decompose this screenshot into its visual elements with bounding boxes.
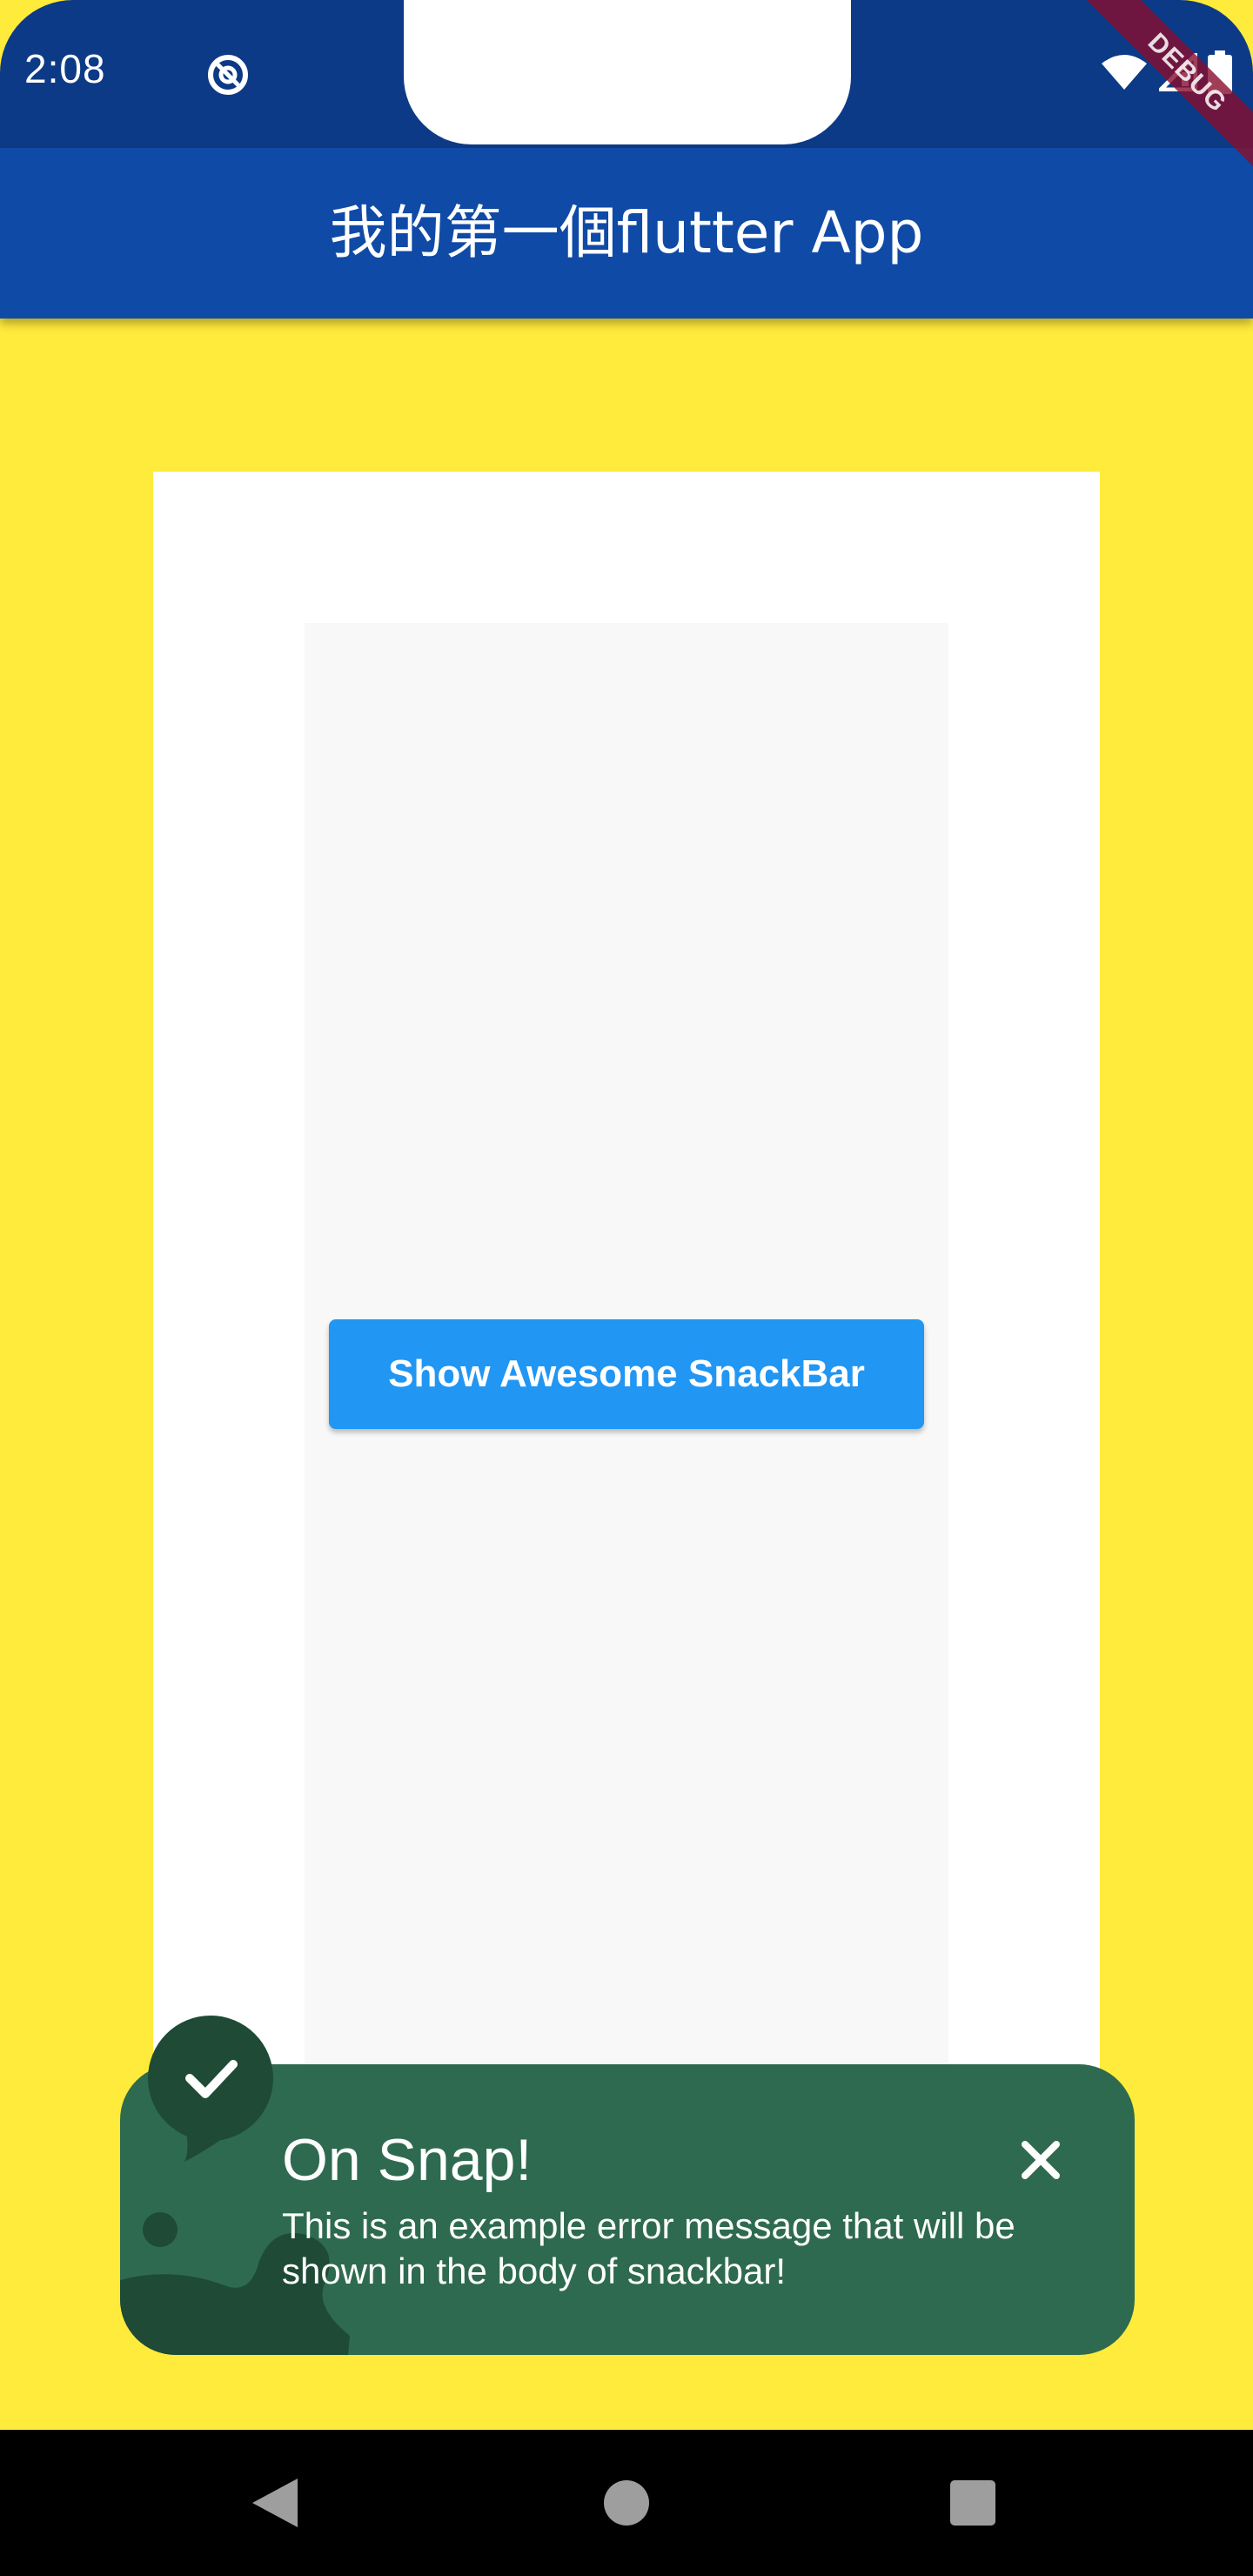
home-icon[interactable]: [592, 2468, 661, 2538]
snackbar-message: This is an example error message that wi…: [282, 2205, 1015, 2291]
show-snackbar-button[interactable]: Show Awesome SnackBar: [329, 1319, 924, 1429]
camera-notch: [404, 0, 851, 144]
app-bar: 我的第一個flutter App: [0, 148, 1253, 319]
back-icon[interactable]: [242, 2468, 312, 2538]
app-title: 我的第一個flutter App: [329, 199, 924, 266]
app-screen: 2:08 DEBUG 我的第一個flutter App Show Awesome: [0, 0, 1253, 2576]
snackbar-title: On Snap!: [282, 2127, 533, 2193]
recents-icon[interactable]: [938, 2468, 1008, 2538]
check-icon: [148, 2016, 273, 2162]
wifi-icon: [1102, 55, 1147, 90]
navigation-bar: [0, 2430, 1253, 2576]
close-icon[interactable]: [1016, 2136, 1065, 2184]
dnd-icon: [208, 55, 248, 95]
status-bar: 2:08: [0, 0, 1253, 148]
status-time: 2:08: [24, 46, 106, 91]
